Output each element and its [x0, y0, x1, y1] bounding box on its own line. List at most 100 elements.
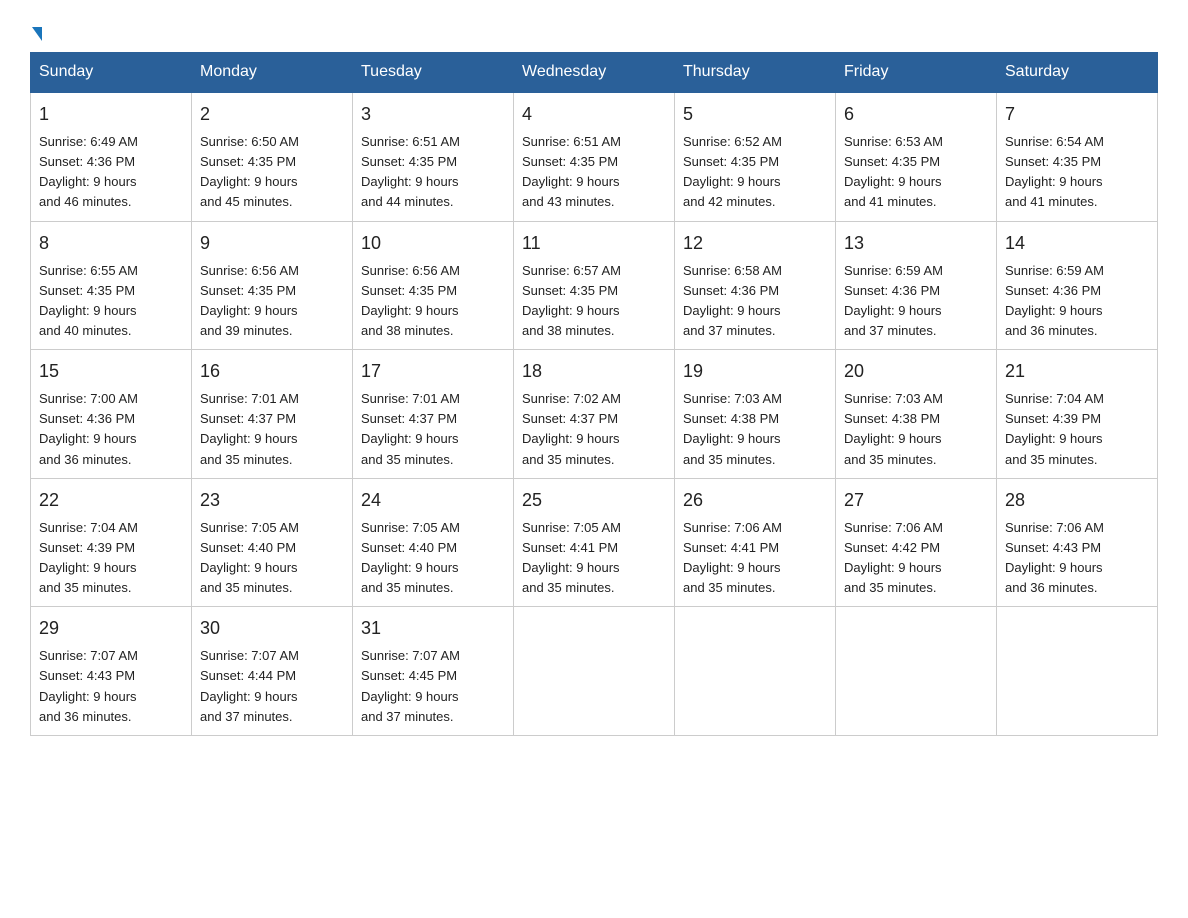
day-info: Sunrise: 7:07 AMSunset: 4:45 PMDaylight:… — [361, 646, 505, 727]
day-number: 25 — [522, 487, 666, 514]
weekday-header-friday: Friday — [836, 53, 997, 93]
day-info: Sunrise: 7:05 AMSunset: 4:40 PMDaylight:… — [361, 518, 505, 599]
week-row-1: 1 Sunrise: 6:49 AMSunset: 4:36 PMDaylight… — [31, 92, 1158, 221]
empty-cell — [997, 607, 1158, 736]
day-number: 28 — [1005, 487, 1149, 514]
day-cell-29: 29 Sunrise: 7:07 AMSunset: 4:43 PMDayligh… — [31, 607, 192, 736]
day-info: Sunrise: 6:58 AMSunset: 4:36 PMDaylight:… — [683, 261, 827, 342]
day-number: 4 — [522, 101, 666, 128]
day-cell-7: 7 Sunrise: 6:54 AMSunset: 4:35 PMDaylight… — [997, 92, 1158, 221]
day-cell-28: 28 Sunrise: 7:06 AMSunset: 4:43 PMDayligh… — [997, 478, 1158, 607]
day-info: Sunrise: 6:50 AMSunset: 4:35 PMDaylight:… — [200, 132, 344, 213]
day-cell-21: 21Sunrise: 7:04 AMSunset: 4:39 PMDayligh… — [997, 350, 1158, 479]
empty-cell — [514, 607, 675, 736]
week-row-2: 8 Sunrise: 6:55 AMSunset: 4:35 PMDaylight… — [31, 221, 1158, 350]
day-number: 15 — [39, 358, 183, 385]
day-cell-2: 2 Sunrise: 6:50 AMSunset: 4:35 PMDaylight… — [192, 92, 353, 221]
day-cell-11: 11 Sunrise: 6:57 AMSunset: 4:35 PMDayligh… — [514, 221, 675, 350]
day-cell-10: 10 Sunrise: 6:56 AMSunset: 4:35 PMDayligh… — [353, 221, 514, 350]
day-info: Sunrise: 6:54 AMSunset: 4:35 PMDaylight:… — [1005, 132, 1149, 213]
day-info: Sunrise: 7:03 AMSunset: 4:38 PMDaylight:… — [683, 389, 827, 470]
day-number: 5 — [683, 101, 827, 128]
day-number: 11 — [522, 230, 666, 257]
day-info: Sunrise: 6:59 AMSunset: 4:36 PMDaylight:… — [844, 261, 988, 342]
day-info: Sunrise: 6:49 AMSunset: 4:36 PMDaylight:… — [39, 132, 183, 213]
page-header — [30, 20, 1158, 42]
day-cell-27: 27 Sunrise: 7:06 AMSunset: 4:42 PMDayligh… — [836, 478, 997, 607]
calendar-table: SundayMondayTuesdayWednesdayThursdayFrid… — [30, 52, 1158, 736]
day-info: Sunrise: 7:02 AMSunset: 4:37 PMDaylight:… — [522, 389, 666, 470]
day-cell-26: 26 Sunrise: 7:06 AMSunset: 4:41 PMDayligh… — [675, 478, 836, 607]
day-number: 21 — [1005, 358, 1149, 385]
day-info: Sunrise: 7:06 AMSunset: 4:41 PMDaylight:… — [683, 518, 827, 599]
logo — [30, 30, 42, 42]
day-cell-25: 25 Sunrise: 7:05 AMSunset: 4:41 PMDayligh… — [514, 478, 675, 607]
day-cell-8: 8 Sunrise: 6:55 AMSunset: 4:35 PMDaylight… — [31, 221, 192, 350]
day-number: 29 — [39, 615, 183, 642]
day-number: 8 — [39, 230, 183, 257]
day-info: Sunrise: 7:07 AMSunset: 4:44 PMDaylight:… — [200, 646, 344, 727]
day-number: 9 — [200, 230, 344, 257]
day-number: 20 — [844, 358, 988, 385]
day-number: 2 — [200, 101, 344, 128]
day-info: Sunrise: 6:52 AMSunset: 4:35 PMDaylight:… — [683, 132, 827, 213]
day-number: 16 — [200, 358, 344, 385]
day-number: 12 — [683, 230, 827, 257]
day-info: Sunrise: 7:07 AMSunset: 4:43 PMDaylight:… — [39, 646, 183, 727]
empty-cell — [836, 607, 997, 736]
day-number: 1 — [39, 101, 183, 128]
day-cell-4: 4 Sunrise: 6:51 AMSunset: 4:35 PMDaylight… — [514, 92, 675, 221]
day-number: 19 — [683, 358, 827, 385]
day-number: 23 — [200, 487, 344, 514]
day-number: 30 — [200, 615, 344, 642]
day-number: 7 — [1005, 101, 1149, 128]
day-cell-5: 5 Sunrise: 6:52 AMSunset: 4:35 PMDaylight… — [675, 92, 836, 221]
day-cell-20: 20 Sunrise: 7:03 AMSunset: 4:38 PMDayligh… — [836, 350, 997, 479]
day-info: Sunrise: 7:01 AMSunset: 4:37 PMDaylight:… — [200, 389, 344, 470]
day-cell-1: 1 Sunrise: 6:49 AMSunset: 4:36 PMDaylight… — [31, 92, 192, 221]
day-number: 14 — [1005, 230, 1149, 257]
day-number: 13 — [844, 230, 988, 257]
weekday-header-tuesday: Tuesday — [353, 53, 514, 93]
day-number: 24 — [361, 487, 505, 514]
day-info: Sunrise: 7:03 AMSunset: 4:38 PMDaylight:… — [844, 389, 988, 470]
day-info: Sunrise: 6:55 AMSunset: 4:35 PMDaylight:… — [39, 261, 183, 342]
day-cell-14: 14 Sunrise: 6:59 AMSunset: 4:36 PMDayligh… — [997, 221, 1158, 350]
day-cell-9: 9 Sunrise: 6:56 AMSunset: 4:35 PMDaylight… — [192, 221, 353, 350]
day-info: Sunrise: 6:53 AMSunset: 4:35 PMDaylight:… — [844, 132, 988, 213]
day-number: 10 — [361, 230, 505, 257]
day-cell-22: 22 Sunrise: 7:04 AMSunset: 4:39 PMDayligh… — [31, 478, 192, 607]
weekday-header-row: SundayMondayTuesdayWednesdayThursdayFrid… — [31, 53, 1158, 93]
day-cell-6: 6 Sunrise: 6:53 AMSunset: 4:35 PMDaylight… — [836, 92, 997, 221]
day-info: Sunrise: 6:51 AMSunset: 4:35 PMDaylight:… — [361, 132, 505, 213]
day-cell-15: 15 Sunrise: 7:00 AMSunset: 4:36 PMDayligh… — [31, 350, 192, 479]
empty-cell — [675, 607, 836, 736]
day-info: Sunrise: 7:06 AMSunset: 4:42 PMDaylight:… — [844, 518, 988, 599]
day-info: Sunrise: 7:05 AMSunset: 4:41 PMDaylight:… — [522, 518, 666, 599]
day-info: Sunrise: 6:59 AMSunset: 4:36 PMDaylight:… — [1005, 261, 1149, 342]
day-info: Sunrise: 7:00 AMSunset: 4:36 PMDaylight:… — [39, 389, 183, 470]
week-row-5: 29 Sunrise: 7:07 AMSunset: 4:43 PMDayligh… — [31, 607, 1158, 736]
week-row-3: 15 Sunrise: 7:00 AMSunset: 4:36 PMDayligh… — [31, 350, 1158, 479]
day-number: 26 — [683, 487, 827, 514]
day-info: Sunrise: 6:57 AMSunset: 4:35 PMDaylight:… — [522, 261, 666, 342]
day-cell-18: 18Sunrise: 7:02 AMSunset: 4:37 PMDayligh… — [514, 350, 675, 479]
day-info: Sunrise: 7:06 AMSunset: 4:43 PMDaylight:… — [1005, 518, 1149, 599]
day-cell-12: 12 Sunrise: 6:58 AMSunset: 4:36 PMDayligh… — [675, 221, 836, 350]
day-number: 27 — [844, 487, 988, 514]
day-cell-3: 3Sunrise: 6:51 AMSunset: 4:35 PMDaylight… — [353, 92, 514, 221]
day-cell-23: 23Sunrise: 7:05 AMSunset: 4:40 PMDayligh… — [192, 478, 353, 607]
day-info: Sunrise: 6:56 AMSunset: 4:35 PMDaylight:… — [361, 261, 505, 342]
weekday-header-wednesday: Wednesday — [514, 53, 675, 93]
day-number: 6 — [844, 101, 988, 128]
weekday-header-monday: Monday — [192, 53, 353, 93]
day-cell-31: 31 Sunrise: 7:07 AMSunset: 4:45 PMDayligh… — [353, 607, 514, 736]
day-cell-16: 16 Sunrise: 7:01 AMSunset: 4:37 PMDayligh… — [192, 350, 353, 479]
day-cell-19: 19 Sunrise: 7:03 AMSunset: 4:38 PMDayligh… — [675, 350, 836, 479]
day-number: 31 — [361, 615, 505, 642]
day-info: Sunrise: 6:51 AMSunset: 4:35 PMDaylight:… — [522, 132, 666, 213]
day-number: 22 — [39, 487, 183, 514]
day-info: Sunrise: 6:56 AMSunset: 4:35 PMDaylight:… — [200, 261, 344, 342]
weekday-header-thursday: Thursday — [675, 53, 836, 93]
day-info: Sunrise: 7:04 AMSunset: 4:39 PMDaylight:… — [39, 518, 183, 599]
